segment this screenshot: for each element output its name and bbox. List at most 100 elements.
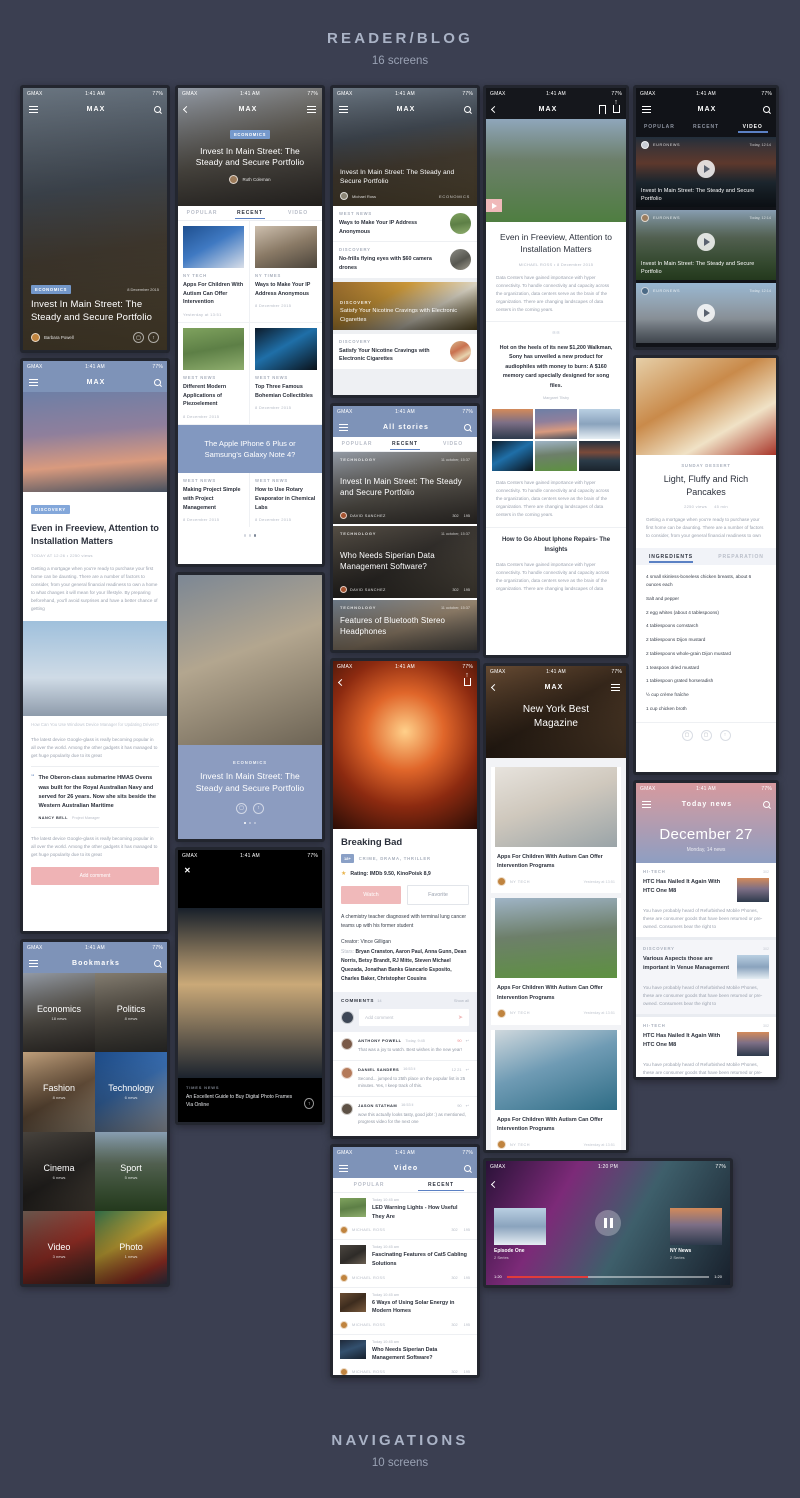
video-item[interactable]: Today 10:45 am Who Needs Siperian Data M…: [333, 1335, 477, 1375]
category-badge[interactable]: DISCOVERY: [31, 505, 70, 514]
play-button[interactable]: [697, 233, 715, 252]
story-card[interactable]: TECHNOLOGY 11 october, 15:37 Features of…: [333, 600, 477, 650]
phone-screen-all-stories[interactable]: GMAX 1:41 AM 77% All stories POPULAR REC…: [330, 403, 480, 653]
hero-headline[interactable]: Invest In Main Street: The Steady and Se…: [31, 299, 159, 325]
phone-screen-player[interactable]: GMAX 1:20 PM 77% Episode One 2 Series NY…: [483, 1158, 733, 1288]
phone-screen-movie[interactable]: GMAX 1:41 AM 77% Breaking Bad 18+ CRIME,…: [330, 658, 480, 1139]
photo-strip[interactable]: [486, 409, 626, 472]
list-item[interactable]: DISCOVERY Satisfy Your Nicotine Cravings…: [333, 334, 477, 369]
hamburger-icon[interactable]: [642, 104, 651, 115]
bookmark-tile-cinema[interactable]: Cinema 6 news: [23, 1131, 95, 1211]
phone-screen-cards[interactable]: GMAX 1:41 AM 77% MAX ECONOMICS Invest In…: [175, 85, 325, 567]
share-icon[interactable]: ↑: [253, 802, 264, 814]
bookmark-icon[interactable]: ▢: [236, 802, 247, 814]
strip-photo[interactable]: [578, 441, 620, 472]
hamburger-icon[interactable]: [307, 104, 316, 115]
phone-screen-video-feed[interactable]: GMAX 1:41 AM 77% MAX POPULAR RECENT VIDE…: [633, 85, 779, 350]
video-card[interactable]: EURONEWS Today, 12:14 Invest In Main Str…: [636, 137, 776, 207]
hamburger-icon[interactable]: [29, 104, 38, 115]
card-item[interactable]: WEST NEWS Making Project Simple with Pro…: [178, 473, 250, 528]
search-icon[interactable]: [464, 423, 471, 431]
tab-video[interactable]: VIDEO: [429, 441, 477, 447]
phone-screen-magazine[interactable]: GMAX 1:41 AM 77% MAX New York Best Magaz…: [483, 663, 629, 1153]
show-all-link[interactable]: Show all: [454, 998, 469, 1003]
phone-screen-card-slider[interactable]: ECONOMICS Invest In Main Street: The Ste…: [175, 572, 325, 842]
strip-photo[interactable]: [492, 441, 534, 472]
player-progress[interactable]: 1:20 1:20: [494, 1274, 722, 1279]
search-icon[interactable]: [763, 800, 770, 808]
bookmark-tile-technology[interactable]: Technology 6 news: [95, 1052, 167, 1132]
hamburger-icon[interactable]: [339, 104, 348, 115]
video-card[interactable]: EURONEWS Today, 12:14 Invest In Main Str…: [636, 210, 776, 280]
hamburger-icon[interactable]: [29, 958, 38, 969]
list-item[interactable]: WEST NEWS Ways to Make Your IP Address A…: [333, 206, 477, 243]
share-icon[interactable]: [613, 105, 620, 113]
comment-input[interactable]: Add comment: [365, 1015, 393, 1020]
bookmark-tile-sport[interactable]: Sport 5 news: [95, 1131, 167, 1211]
watch-button[interactable]: Watch: [341, 886, 401, 904]
bookmark-tile-fashion[interactable]: Fashion 8 news: [23, 1052, 95, 1132]
send-icon[interactable]: ➤: [458, 1014, 463, 1021]
search-icon[interactable]: [464, 1164, 471, 1172]
reply-icon[interactable]: ↩: [466, 1038, 469, 1043]
tab-ingredients[interactable]: INGREDIENTS: [636, 554, 706, 563]
back-icon[interactable]: [490, 1180, 499, 1189]
phone-screen-article[interactable]: GMAX 1:41 AM 77% MAX DISCOVERY Even in F…: [20, 358, 170, 934]
search-icon[interactable]: [154, 959, 161, 967]
pagination-dots[interactable]: [178, 527, 322, 544]
favorite-button[interactable]: Favorite: [407, 885, 469, 905]
hamburger-icon[interactable]: [339, 422, 348, 433]
magazine-post[interactable]: Apps For Children With Autism Can Offer …: [491, 898, 621, 1025]
magazine-post[interactable]: Apps For Children With Autism Can Offer …: [491, 1029, 621, 1150]
phone-screen-list[interactable]: GMAX 1:41 AM 77% MAX Invest In Main Stre…: [330, 85, 480, 398]
strip-photo[interactable]: [492, 409, 534, 440]
close-icon[interactable]: ✕: [184, 867, 192, 875]
search-icon[interactable]: [763, 105, 770, 113]
share-icon[interactable]: ↑: [719, 729, 731, 741]
tab-recent[interactable]: RECENT: [381, 441, 429, 450]
bookmark-icon[interactable]: ▢: [133, 332, 144, 343]
comment-icon[interactable]: ▢: [681, 729, 693, 741]
search-icon[interactable]: [154, 105, 161, 113]
card-item[interactable]: WEST NEWS Different Modern Applications …: [178, 322, 250, 425]
back-icon[interactable]: [337, 678, 346, 686]
pause-button[interactable]: [595, 1210, 621, 1236]
promo-banner[interactable]: The Apple IPhone 6 Plus or Samsung's Gal…: [178, 424, 322, 474]
progress-track[interactable]: [506, 1275, 710, 1278]
pagination-dots[interactable]: [243, 821, 257, 825]
video-card[interactable]: EURONEWS Today, 12:14: [636, 283, 776, 343]
video-item[interactable]: Today 10:45 am 6 Ways of Using Solar Ene…: [333, 1288, 477, 1335]
strip-photo[interactable]: [578, 409, 620, 440]
play-badge-icon[interactable]: [486, 199, 502, 212]
player-prev-thumb[interactable]: Episode One 2 Series: [494, 1208, 546, 1260]
hamburger-icon[interactable]: [339, 1163, 348, 1174]
tab-popular[interactable]: POPULAR: [333, 441, 381, 447]
card-item[interactable]: WEST NEWS How to Use Rotary Evaporator i…: [250, 473, 322, 527]
category-badge[interactable]: ECONOMICS: [31, 285, 72, 295]
comment-likes[interactable]: 12 21: [452, 1067, 462, 1072]
tab-video[interactable]: VIDEO: [274, 210, 322, 216]
play-button[interactable]: [697, 160, 715, 179]
category-badge[interactable]: ECONOMICS: [229, 130, 271, 139]
hero-headline[interactable]: Invest In Main Street: The Steady and Se…: [188, 146, 312, 169]
bookmark-tile-photo[interactable]: Photo 1 news: [95, 1210, 167, 1284]
phone-screen-today-news[interactable]: GMAX 1:41 AM 77% Today news December 27 …: [633, 780, 779, 1080]
hero-headline[interactable]: Invest In Main Street: The Steady and Se…: [340, 168, 470, 187]
phone-screen-recipe[interactable]: SUNDAY DESSERT Light, Fluffy and Rich Pa…: [633, 355, 779, 775]
phone-screen-bookmarks[interactable]: GMAX 1:41 AM 77% Bookmarks Economics 18 …: [20, 939, 170, 1287]
list-item[interactable]: DISCOVERY No-frills flying eyes with $60…: [333, 242, 477, 277]
phone-screen-video-list[interactable]: GMAX 1:41 AM 77% Video POPULAR RECENT To: [330, 1144, 480, 1378]
phone-screen-feed-hero[interactable]: GMAX 1:41 AM 77% MAX ECONOMICS 8 Decembe…: [20, 85, 170, 353]
hamburger-icon[interactable]: [611, 682, 620, 693]
phone-screen-gallery[interactable]: GMAX 1:41 AM 77% ✕ TIMES NEWS An Excelle…: [175, 847, 325, 1125]
reply-icon[interactable]: ↩: [466, 1103, 469, 1108]
search-icon[interactable]: [154, 378, 161, 386]
comment-likes[interactable]: 90: [457, 1038, 461, 1043]
bookmark-tile-video[interactable]: Video 3 news: [23, 1210, 95, 1284]
today-article[interactable]: DISCOVERY 302 Various Aspects those are …: [636, 940, 776, 1015]
card-item[interactable]: WEST NEWS Top Three Famous Bohemian Coll…: [250, 323, 322, 425]
add-comment-button[interactable]: Add comment: [31, 867, 159, 886]
card-item[interactable]: NY TECH Apps For Children With Autism Ca…: [178, 221, 250, 323]
strip-photo[interactable]: [535, 409, 577, 440]
tab-popular[interactable]: POPULAR: [333, 1182, 405, 1188]
